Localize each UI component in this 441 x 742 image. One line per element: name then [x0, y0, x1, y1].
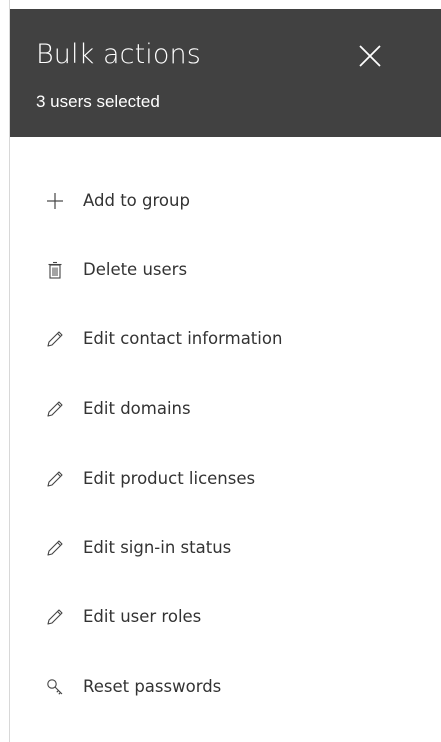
- action-label: Edit sign-in status: [83, 538, 232, 557]
- panel-header: Bulk actions 3 users selected: [10, 9, 441, 137]
- close-icon[interactable]: [358, 44, 382, 68]
- action-label: Edit domains: [83, 399, 191, 418]
- action-edit-contact-information[interactable]: Edit contact information: [10, 319, 340, 359]
- pencil-icon: [46, 539, 64, 557]
- action-label: Delete users: [83, 260, 188, 279]
- selection-count: 3 users selected: [36, 92, 160, 111]
- key-icon: [46, 678, 64, 696]
- action-reset-passwords[interactable]: Reset passwords: [10, 667, 340, 707]
- pencil-icon: [46, 608, 64, 626]
- action-edit-user-roles[interactable]: Edit user roles: [10, 597, 340, 637]
- action-edit-product-licenses[interactable]: Edit product licenses: [10, 459, 340, 499]
- action-add-to-group[interactable]: Add to group: [10, 181, 340, 221]
- pencil-icon: [46, 400, 64, 418]
- action-edit-sign-in-status[interactable]: Edit sign-in status: [10, 528, 340, 568]
- action-label: Edit user roles: [83, 607, 202, 626]
- action-label: Edit contact information: [83, 329, 283, 348]
- pencil-icon: [46, 470, 64, 488]
- action-label: Edit product licenses: [83, 469, 256, 488]
- plus-icon: [46, 192, 64, 210]
- bulk-actions-panel: Bulk actions 3 users selected Add to gro…: [0, 0, 441, 742]
- panel-title: Bulk actions: [36, 39, 201, 70]
- pencil-icon: [46, 330, 64, 348]
- close-button[interactable]: [350, 36, 390, 76]
- action-edit-domains[interactable]: Edit domains: [10, 389, 340, 429]
- action-delete-users[interactable]: Delete users: [10, 250, 340, 290]
- action-label: Reset passwords: [83, 677, 222, 696]
- trash-icon: [46, 261, 64, 279]
- action-label: Add to group: [83, 191, 190, 210]
